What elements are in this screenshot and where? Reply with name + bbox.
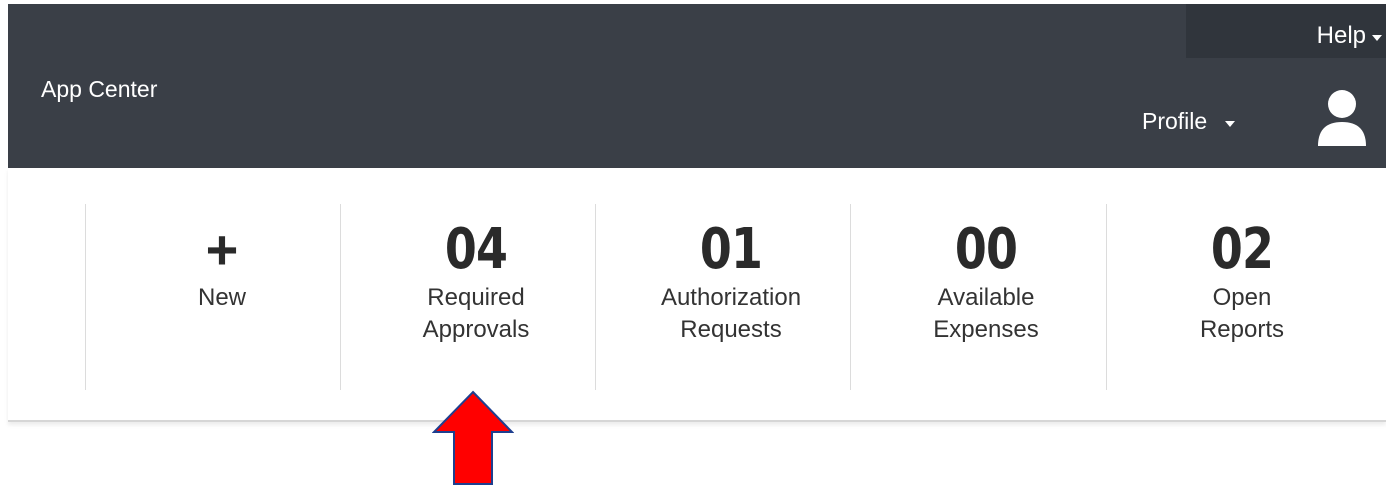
profile-menu[interactable]: Profile: [1142, 108, 1236, 135]
open-reports-tile[interactable]: 02 Open Reports: [1114, 204, 1370, 390]
available-expenses-tile[interactable]: 00 Available Expenses: [858, 204, 1114, 390]
new-tile[interactable]: + New: [94, 204, 350, 390]
chevron-down-icon: [1372, 35, 1382, 41]
tile-divider: [850, 204, 851, 390]
chevron-down-icon: [1225, 120, 1236, 127]
help-label: Help: [1316, 22, 1366, 49]
required-approvals-count: 04: [444, 217, 508, 282]
tile-label-line2: Approvals: [422, 316, 530, 343]
tile-label-line1: Open: [1212, 284, 1272, 311]
tile-label: Available Expenses: [858, 282, 1114, 346]
tile-label-line2: Reports: [1199, 316, 1285, 343]
profile-label: Profile: [1142, 108, 1208, 134]
app-title: App Center: [41, 76, 158, 102]
open-reports-count: 02: [1210, 217, 1274, 282]
tile-label: Open Reports: [1114, 282, 1370, 346]
authorization-requests-tile[interactable]: 01 Authorization Requests: [603, 204, 859, 390]
tile-label-line2: Requests: [680, 316, 782, 343]
tile-label-line1: Available: [937, 284, 1035, 311]
tile-divider: [85, 204, 86, 390]
summary-tiles-bar: + New 04 Required Approvals 01 Authoriza…: [8, 168, 1386, 422]
authorization-requests-count: 01: [699, 217, 763, 282]
available-expenses-count: 00: [954, 217, 1018, 282]
tile-label: Authorization Requests: [603, 282, 859, 346]
tile-divider: [595, 204, 596, 390]
tile-label-line2: Expenses: [933, 316, 1039, 343]
red-arrow-annotation-icon: [432, 390, 514, 485]
user-avatar-icon[interactable]: [1314, 84, 1370, 148]
plus-icon: +: [205, 218, 239, 281]
help-menu[interactable]: Help: [1317, 22, 1382, 50]
help-strip: Help: [1186, 4, 1386, 58]
tile-label: Required Approvals: [348, 282, 604, 346]
tile-divider: [340, 204, 341, 390]
app-window: Help App Center Profile + New 04 Require…: [0, 0, 1386, 486]
tile-label-line1: Authorization: [660, 284, 802, 311]
tile-label: New: [197, 284, 246, 311]
tile-divider: [1106, 204, 1107, 390]
tile-label-line1: Required: [427, 284, 525, 311]
top-navigation-bar: Help App Center Profile: [8, 4, 1386, 168]
required-approvals-tile[interactable]: 04 Required Approvals: [348, 204, 604, 390]
